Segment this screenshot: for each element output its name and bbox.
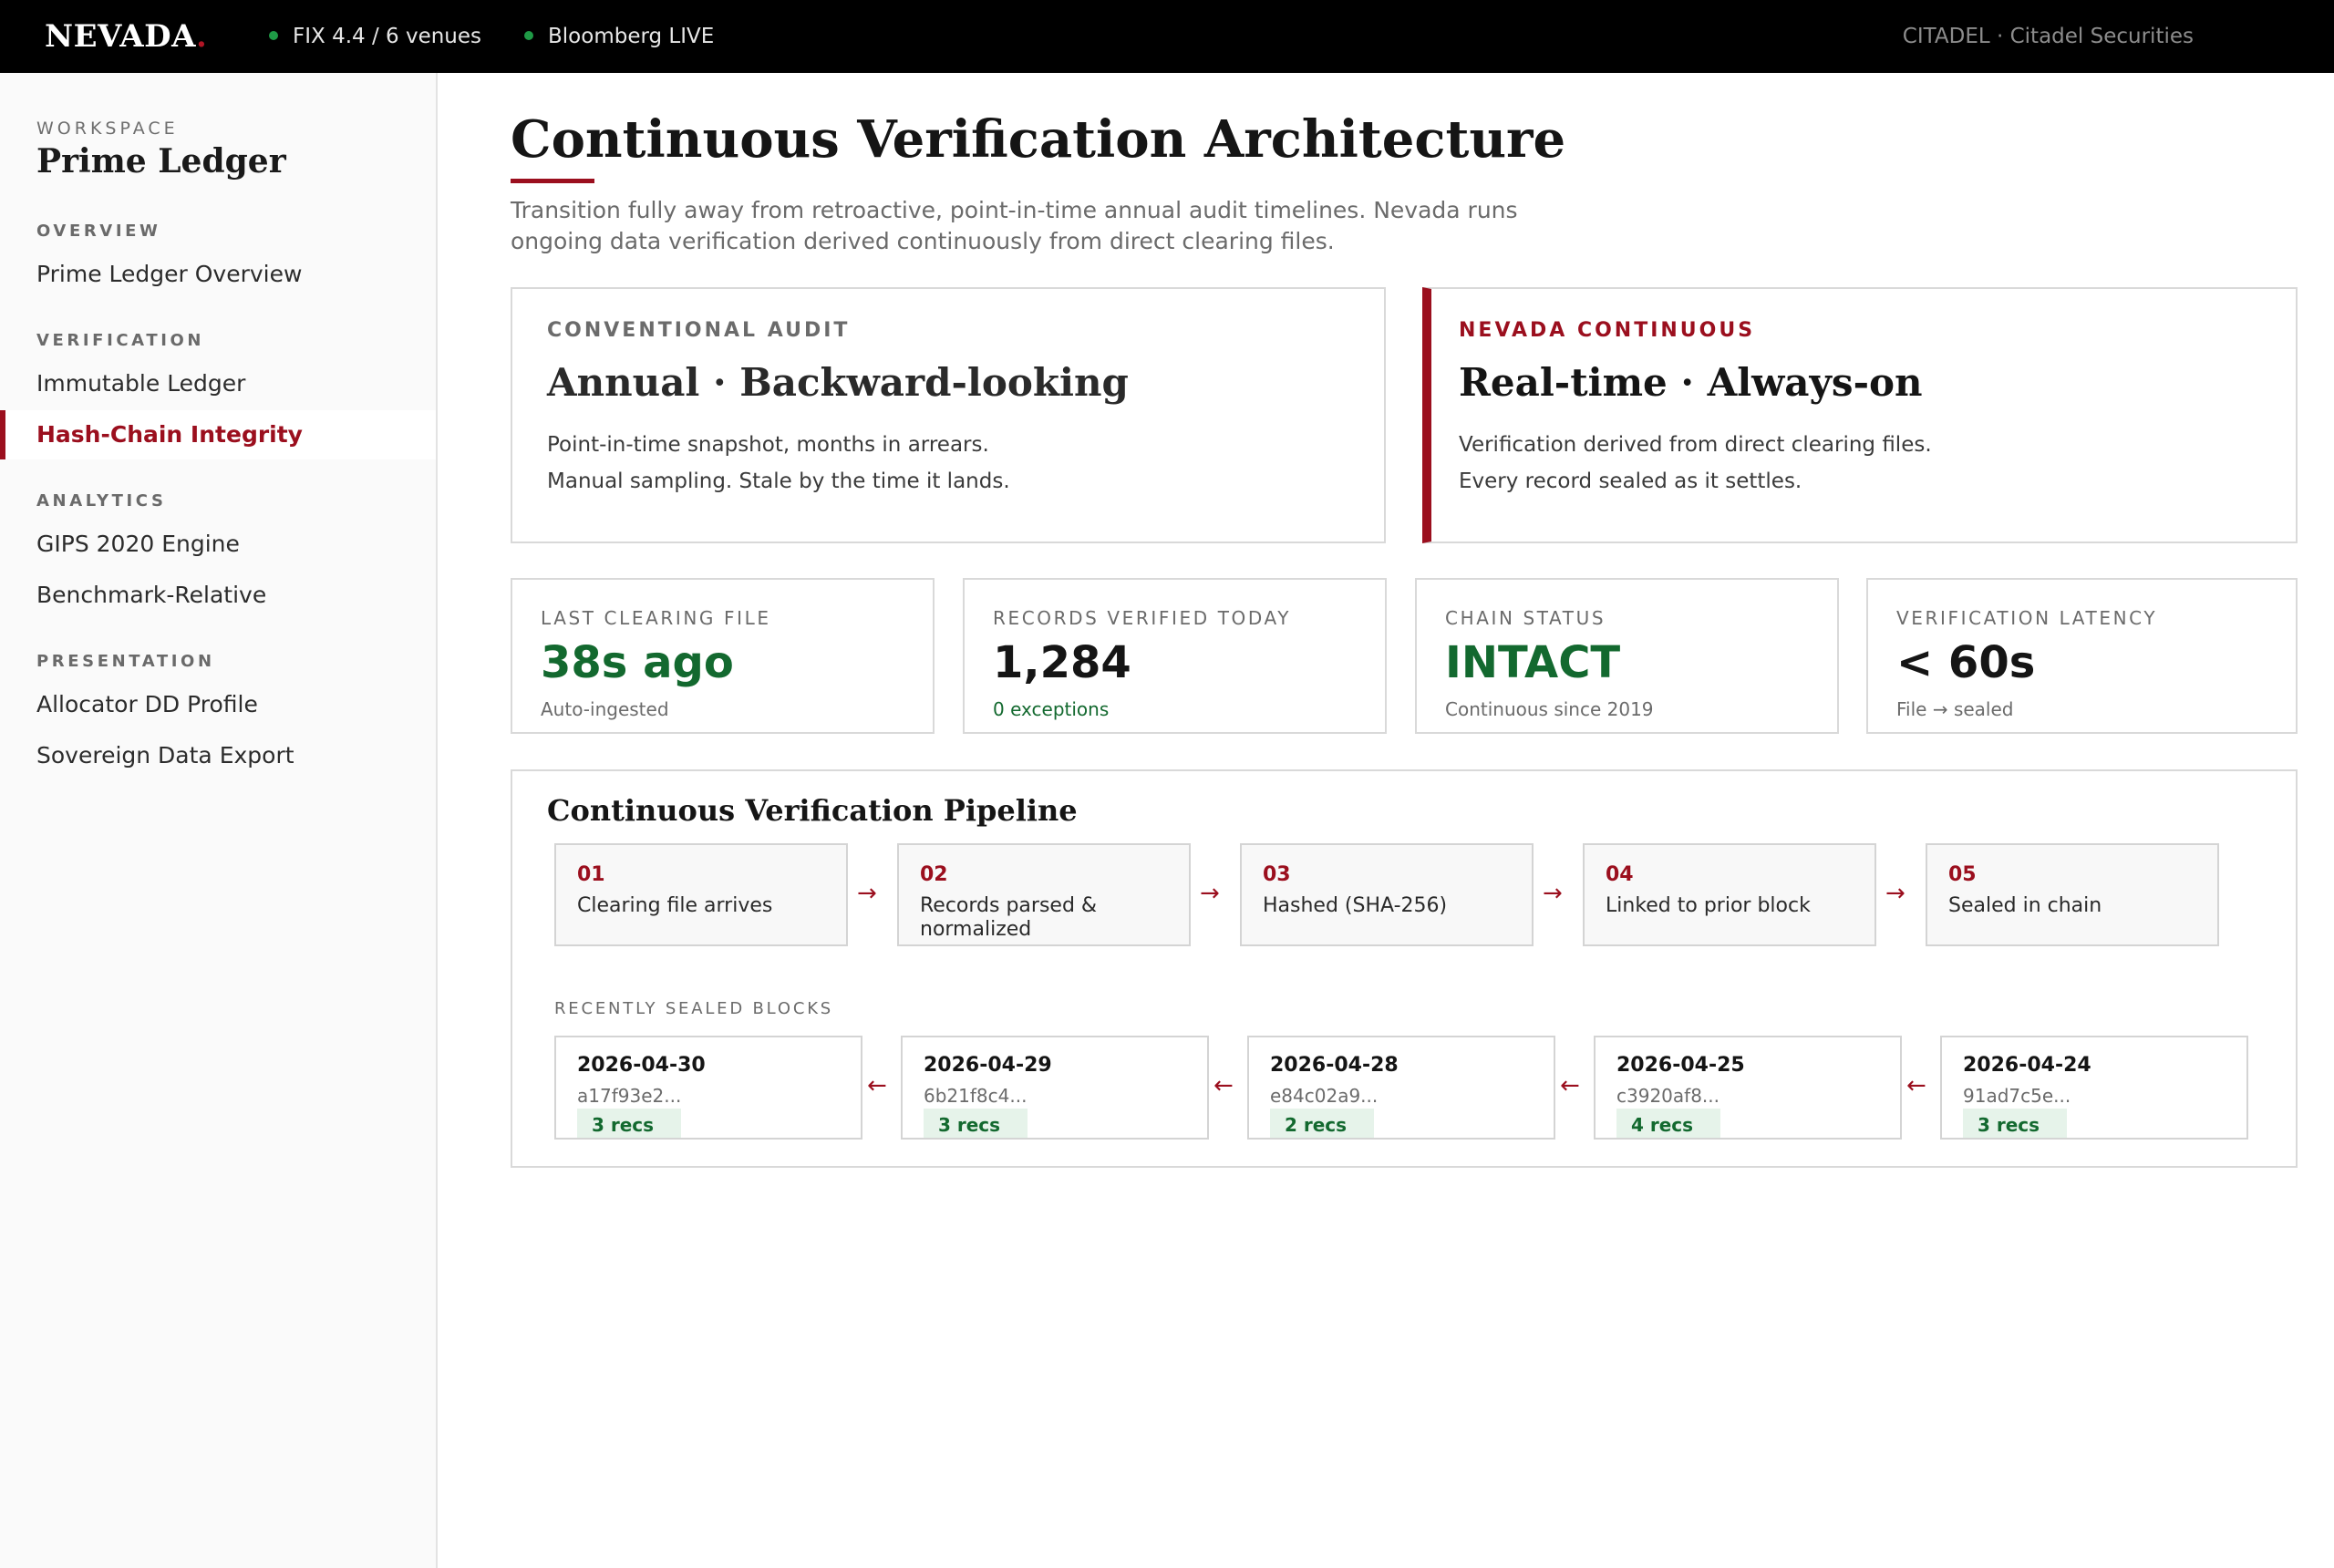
card-title: Real-time · Always-on bbox=[1459, 360, 1923, 405]
sealed-block[interactable]: 2026-04-24 91ad7c5e... 3 recs bbox=[1940, 1036, 2248, 1140]
metric-value: 1,284 bbox=[993, 637, 1131, 688]
sidebar-item-sovereign-data-export[interactable]: Sovereign Data Export bbox=[0, 731, 436, 780]
metric-value: INTACT bbox=[1445, 637, 1621, 688]
top-bar: NEVADA. FIX 4.4 / 6 venues Bloomberg LIV… bbox=[0, 0, 2334, 73]
recently-sealed-blocks-label: RECENTLY SEALED BLOCKS bbox=[554, 999, 834, 1018]
live-status-dot-icon bbox=[269, 30, 278, 40]
metric-value: < 60s bbox=[1896, 637, 2036, 688]
pipeline-title: Continuous Verification Pipeline bbox=[547, 793, 1078, 828]
sidebar-section-analytics: ANALYTICS bbox=[36, 491, 167, 511]
metric-value: 38s ago bbox=[541, 637, 734, 688]
left-arrow-icon: ← bbox=[1560, 1072, 1580, 1099]
left-arrow-icon: ← bbox=[867, 1072, 887, 1099]
sealed-block[interactable]: 2026-04-25 c3920af8... 4 recs bbox=[1594, 1036, 1902, 1140]
sealed-block[interactable]: 2026-04-30 a17f93e2... 3 recs bbox=[554, 1036, 862, 1140]
step-text: Sealed in chain bbox=[1948, 894, 2102, 917]
sealed-block[interactable]: 2026-04-28 e84c02a9... 2 recs bbox=[1247, 1036, 1555, 1140]
metric-verification-latency: VERIFICATION LATENCY < 60s File → sealed bbox=[1866, 578, 2298, 734]
block-record-count-badge: 2 recs bbox=[1270, 1109, 1374, 1138]
card-title: Annual · Backward-looking bbox=[547, 360, 1129, 405]
metric-foot: 0 exceptions bbox=[993, 698, 1110, 720]
block-date: 2026-04-29 bbox=[924, 1054, 1052, 1077]
card-kicker: CONVENTIONAL AUDIT bbox=[547, 319, 851, 342]
block-hash: c3920af8... bbox=[1616, 1085, 1720, 1107]
workspace-name[interactable]: Prime Ledger bbox=[36, 142, 286, 181]
step-text: Linked to prior block bbox=[1606, 894, 1811, 917]
nevada-logo[interactable]: NEVADA. bbox=[45, 18, 207, 55]
metric-records-verified-today: RECORDS VERIFIED TODAY 1,284 0 exception… bbox=[963, 578, 1387, 734]
block-hash: e84c02a9... bbox=[1270, 1085, 1379, 1107]
sidebar-section-verification: VERIFICATION bbox=[36, 331, 205, 350]
block-date: 2026-04-24 bbox=[1963, 1054, 2091, 1077]
sealed-block[interactable]: 2026-04-29 6b21f8c4... 3 recs bbox=[901, 1036, 1209, 1140]
sidebar-item-gips-2020-engine[interactable]: GIPS 2020 Engine bbox=[0, 520, 436, 569]
step-number: 02 bbox=[920, 863, 948, 886]
step-number: 01 bbox=[577, 863, 605, 886]
metric-last-clearing-file: LAST CLEARING FILE 38s ago Auto-ingested bbox=[511, 578, 935, 734]
right-arrow-icon: → bbox=[1543, 880, 1563, 907]
sidebar-item-benchmark-relative[interactable]: Benchmark-Relative bbox=[0, 571, 436, 620]
block-date: 2026-04-25 bbox=[1616, 1054, 1745, 1077]
step-text: Hashed (SHA-256) bbox=[1263, 894, 1448, 917]
block-date: 2026-04-28 bbox=[1270, 1054, 1399, 1077]
metric-label: CHAIN STATUS bbox=[1445, 607, 1606, 629]
pipeline-step: 01 Clearing file arrives bbox=[554, 843, 848, 946]
block-hash: 91ad7c5e... bbox=[1963, 1085, 2071, 1107]
metric-chain-status: CHAIN STATUS INTACT Continuous since 201… bbox=[1415, 578, 1839, 734]
right-arrow-icon: → bbox=[1200, 880, 1220, 907]
left-arrow-icon: ← bbox=[1906, 1072, 1926, 1099]
step-number: 03 bbox=[1263, 863, 1291, 886]
card-line: Every record sealed as it settles. bbox=[1459, 469, 1802, 493]
sidebar-item-immutable-ledger[interactable]: Immutable Ledger bbox=[0, 359, 436, 408]
sidebar-item-hash-chain-integrity[interactable]: Hash-Chain Integrity bbox=[0, 410, 436, 459]
metric-label: VERIFICATION LATENCY bbox=[1896, 607, 2158, 629]
pipeline-panel: Continuous Verification Pipeline 01 Clea… bbox=[511, 769, 2298, 1168]
block-record-count-badge: 3 recs bbox=[924, 1109, 1028, 1138]
block-record-count-badge: 3 recs bbox=[577, 1109, 681, 1138]
block-record-count-badge: 4 recs bbox=[1616, 1109, 1720, 1138]
live-status-dot-icon bbox=[524, 30, 533, 40]
card-line: Manual sampling. Stale by the time it la… bbox=[547, 469, 1010, 493]
metric-label: LAST CLEARING FILE bbox=[541, 607, 771, 629]
sidebar-item-allocator-dd-profile[interactable]: Allocator DD Profile bbox=[0, 680, 436, 729]
page-subtitle: Transition fully away from retroactive, … bbox=[511, 197, 1518, 254]
metric-foot: Auto-ingested bbox=[541, 698, 669, 720]
metric-label: RECORDS VERIFIED TODAY bbox=[993, 607, 1292, 629]
fix-status: FIX 4.4 / 6 venues bbox=[269, 24, 481, 49]
step-text: Clearing file arrives bbox=[577, 894, 773, 917]
page-title: Continuous Verification Architecture bbox=[511, 109, 1566, 170]
pipeline-step: 05 Sealed in chain bbox=[1926, 843, 2219, 946]
card-line: Verification derived from direct clearin… bbox=[1459, 433, 1932, 457]
sidebar-item-prime-ledger-overview[interactable]: Prime Ledger Overview bbox=[0, 250, 436, 299]
logo-dot: . bbox=[195, 18, 208, 55]
step-text: Records parsed & normalized bbox=[920, 894, 1098, 941]
right-arrow-icon: → bbox=[1885, 880, 1905, 907]
block-hash: 6b21f8c4... bbox=[924, 1085, 1028, 1107]
conventional-audit-card: CONVENTIONAL AUDIT Annual · Backward-loo… bbox=[511, 287, 1386, 543]
right-arrow-icon: → bbox=[857, 880, 877, 907]
block-hash: a17f93e2... bbox=[577, 1085, 682, 1107]
metric-foot: Continuous since 2019 bbox=[1445, 698, 1654, 720]
block-date: 2026-04-30 bbox=[577, 1054, 706, 1077]
step-number: 05 bbox=[1948, 863, 1977, 886]
sidebar-section-overview: OVERVIEW bbox=[36, 222, 161, 241]
title-accent-rule bbox=[511, 179, 594, 183]
account-label[interactable]: CITADEL · Citadel Securities bbox=[1903, 24, 2194, 49]
sidebar: WORKSPACE Prime Ledger OVERVIEW Prime Le… bbox=[0, 73, 438, 1568]
sidebar-section-presentation: PRESENTATION bbox=[36, 652, 215, 671]
card-kicker: NEVADA CONTINUOUS bbox=[1459, 319, 1756, 342]
bloomberg-status: Bloomberg LIVE bbox=[524, 24, 714, 49]
metric-foot: File → sealed bbox=[1896, 698, 2014, 720]
pipeline-step: 03 Hashed (SHA-256) bbox=[1240, 843, 1534, 946]
nevada-continuous-card: NEVADA CONTINUOUS Real-time · Always-on … bbox=[1422, 287, 2298, 543]
step-number: 04 bbox=[1606, 863, 1634, 886]
block-record-count-badge: 3 recs bbox=[1963, 1109, 2067, 1138]
pipeline-step: 04 Linked to prior block bbox=[1583, 843, 1876, 946]
left-arrow-icon: ← bbox=[1213, 1072, 1234, 1099]
card-line: Point-in-time snapshot, months in arrear… bbox=[547, 433, 989, 457]
workspace-label: WORKSPACE bbox=[36, 119, 179, 139]
pipeline-step: 02 Records parsed & normalized bbox=[897, 843, 1191, 946]
